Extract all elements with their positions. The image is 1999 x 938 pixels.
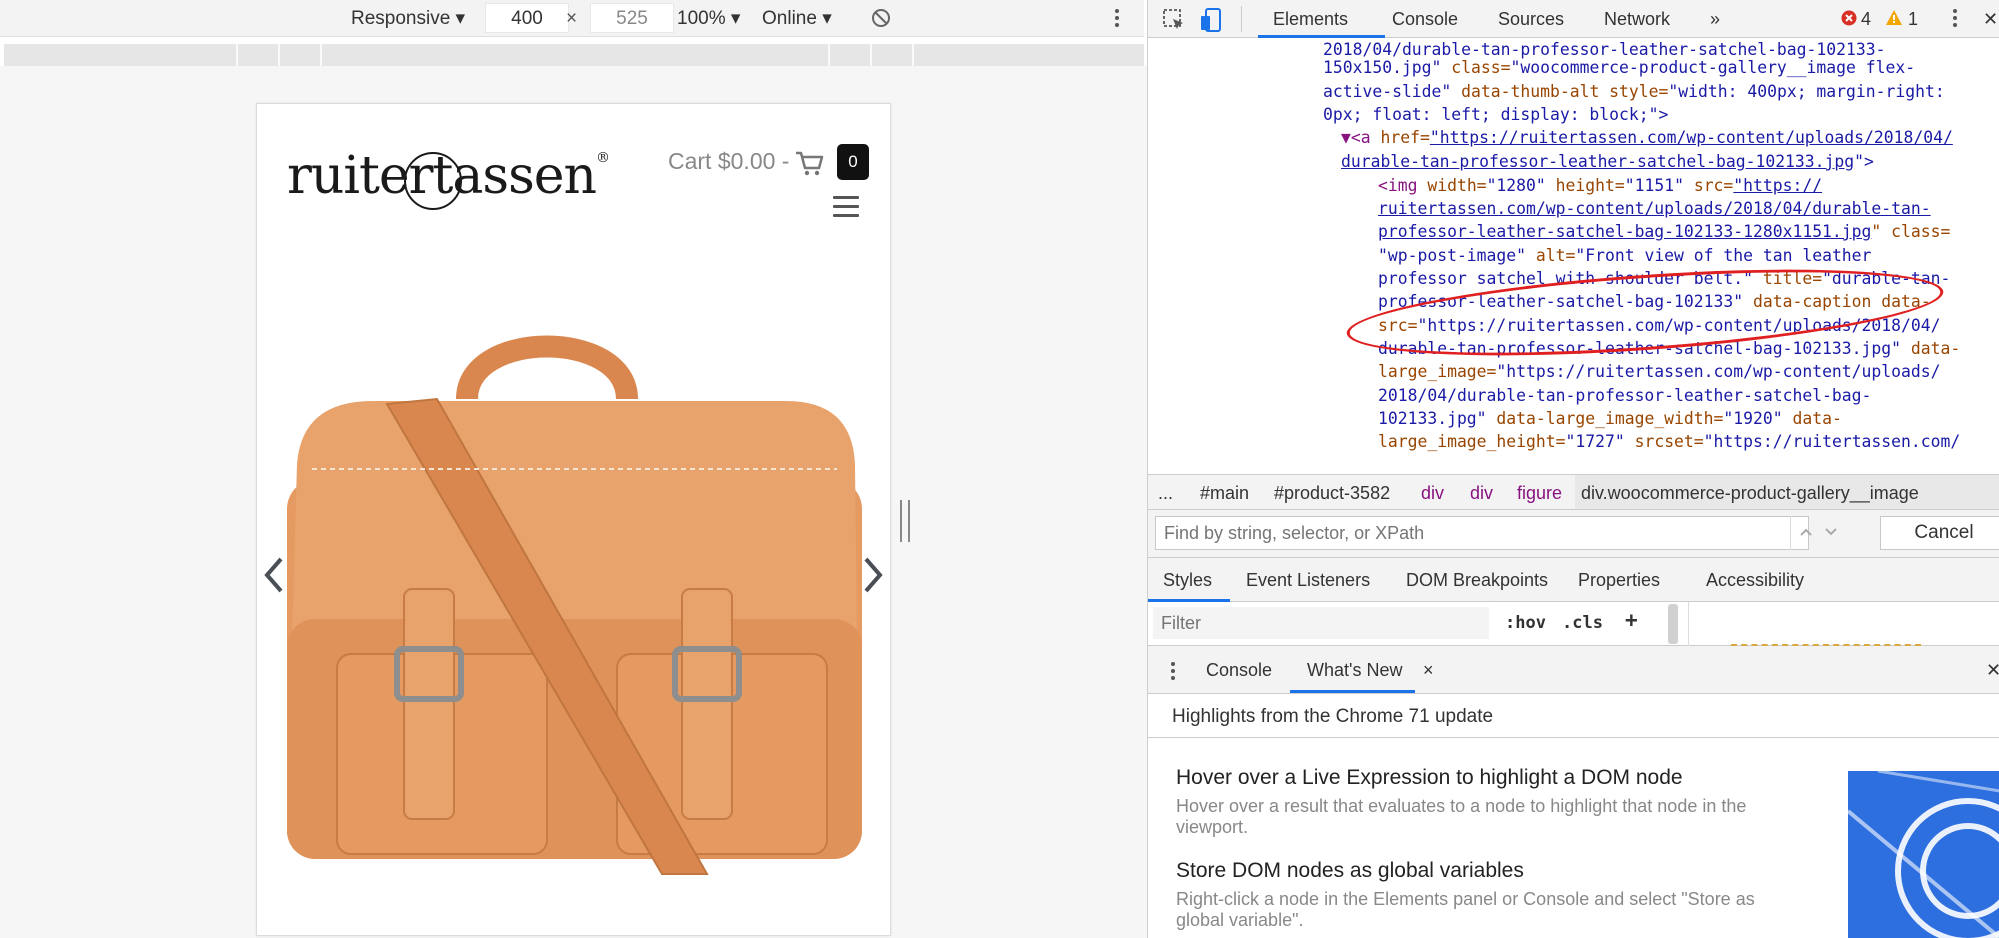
dom-tree[interactable]: 2018/04/durable-tan-professor-leather-sa… (1148, 38, 1999, 474)
feature-description: Hover over a result that evaluates to a … (1176, 796, 1747, 837)
tab-properties[interactable]: Properties (1578, 570, 1660, 591)
tab-network[interactable]: Network (1604, 9, 1670, 30)
tab-styles[interactable]: Styles (1163, 570, 1212, 591)
viewport-resize-handle[interactable] (900, 500, 910, 542)
class-toggle[interactable]: .cls (1562, 613, 1603, 633)
hamburger-icon[interactable] (833, 196, 859, 223)
rotate-icon[interactable] (870, 7, 892, 29)
device-toolbar-toggle-icon[interactable] (1200, 7, 1224, 33)
new-style-rule-button[interactable]: + (1625, 608, 1638, 632)
dom-search-input[interactable] (1155, 516, 1809, 550)
search-next-icon[interactable] (1824, 527, 1838, 537)
active-drawer-tab-indicator (1290, 690, 1415, 693)
chevron-left-icon[interactable] (263, 556, 285, 594)
elements-sidebar-tabs: Styles Event Listeners DOM Breakpoints P… (1148, 558, 1999, 602)
devtools-tab-bar: Elements Console Sources Network » 4 1 ✕ (1148, 0, 1999, 38)
tab-elements[interactable]: Elements (1273, 9, 1348, 30)
breadcrumb-product[interactable]: #product-3582 (1274, 483, 1390, 504)
close-devtools-icon[interactable]: ✕ (1983, 9, 1998, 30)
warning-icon[interactable] (1885, 9, 1903, 26)
close-tab-icon[interactable]: × (1423, 660, 1434, 681)
styles-filter-input[interactable] (1153, 607, 1489, 639)
viewport-width-input[interactable]: 400 (485, 3, 569, 33)
drawer-menu-icon[interactable] (1171, 662, 1175, 683)
more-tabs-button[interactable]: » (1710, 9, 1720, 30)
close-drawer-icon[interactable]: ✕ (1986, 660, 1999, 681)
zoom-select[interactable]: 100% ▾ (677, 7, 740, 30)
error-icon[interactable] (1841, 10, 1857, 26)
devtools-menu-icon[interactable] (1953, 9, 1957, 30)
tab-dom-breakpoints[interactable]: DOM Breakpoints (1406, 570, 1548, 591)
breadcrumb-ellipsis[interactable]: ... (1158, 483, 1173, 504)
more-options-icon[interactable] (1115, 9, 1119, 30)
cart-total-link[interactable]: Cart $0.00 - (668, 148, 789, 175)
breadcrumb-selected[interactable]: div.woocommerce-product-gallery__image (1575, 475, 1999, 509)
inspect-element-icon[interactable] (1162, 8, 1186, 32)
dom-breadcrumb: ... #main #product-3582 div div figure d… (1148, 474, 1999, 510)
drawer-tab-bar: Console What's New × ✕ (1148, 646, 1999, 694)
dom-search-bar: Cancel (1148, 510, 1999, 558)
cart-count-badge[interactable]: 0 (837, 144, 869, 180)
feature-title[interactable]: Hover over a Live Expression to highligh… (1176, 766, 1683, 790)
breadcrumb-main[interactable]: #main (1200, 483, 1249, 504)
feature-description: Right-click a node in the Elements panel… (1176, 889, 1755, 930)
throttle-select[interactable]: Online ▾ (762, 7, 832, 30)
drawer-tab-console[interactable]: Console (1206, 660, 1272, 681)
whats-new-illustration (1848, 771, 1999, 938)
device-toolbar: Responsive ▾ 400 × 525 100% ▾ Online ▾ (0, 0, 1144, 37)
whats-new-header: Highlights from the Chrome 71 update (1148, 694, 1999, 738)
warning-count[interactable]: 1 (1908, 9, 1918, 30)
device-select[interactable]: Responsive ▾ (351, 7, 465, 30)
viewport-height-input[interactable]: 525 (590, 3, 674, 33)
feature-title[interactable]: Store DOM nodes as global variables (1176, 859, 1524, 883)
search-previous-icon[interactable] (1799, 527, 1813, 537)
devtools-panel: Elements Console Sources Network » 4 1 ✕… (1147, 0, 1999, 938)
tab-accessibility[interactable]: Accessibility (1706, 570, 1804, 591)
tab-event-listeners[interactable]: Event Listeners (1246, 570, 1370, 591)
hover-state-toggle[interactable]: :hov (1505, 613, 1546, 633)
search-navigation[interactable] (1790, 516, 1844, 550)
whats-new-content: Hover over a Live Expression to highligh… (1148, 738, 1999, 938)
drawer-tab-whats-new[interactable]: What's New (1307, 660, 1402, 681)
breadcrumb-div[interactable]: div (1470, 483, 1493, 504)
product-image-tan-satchel[interactable] (267, 289, 877, 879)
emulated-page: ruitertassen® Cart $0.00 - 0 (256, 103, 891, 936)
breadcrumb-figure[interactable]: figure (1517, 483, 1562, 504)
styles-scrollbar[interactable] (1668, 604, 1678, 644)
styles-filter-bar: :hov .cls + (1148, 602, 1999, 646)
error-count[interactable]: 4 (1861, 9, 1871, 30)
cart-icon[interactable] (794, 149, 824, 177)
breadcrumb-div[interactable]: div (1421, 483, 1444, 504)
media-query-ruler[interactable] (4, 44, 1144, 66)
tab-sources[interactable]: Sources (1498, 9, 1564, 30)
cancel-search-button[interactable]: Cancel (1880, 516, 1999, 550)
dimension-separator: × (566, 8, 578, 29)
site-logo[interactable]: ruitertassen® (287, 146, 610, 210)
tab-console[interactable]: Console (1392, 9, 1458, 30)
chevron-right-icon[interactable] (862, 556, 884, 594)
